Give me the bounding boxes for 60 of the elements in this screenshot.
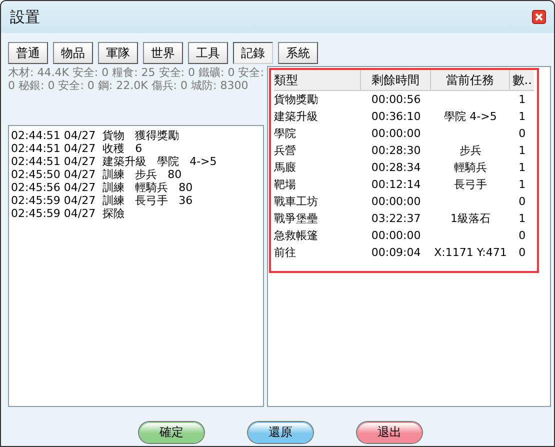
- tab[interactable]: 普通: [8, 42, 48, 64]
- log-entry: 02:44:51 04/27 貨物 獲得獎勵: [11, 129, 180, 142]
- table-cell-text: 03:22:37: [370, 211, 422, 227]
- log-entry: 02:45:50 04/27 訓練 步兵 80: [11, 168, 183, 181]
- table-cell-text: 輕騎兵: [452, 160, 488, 176]
- table-cell-text: 00:09:04: [370, 245, 422, 261]
- tab[interactable]: 系統: [278, 42, 318, 64]
- column-header[interactable]: 當前任務: [430, 70, 510, 90]
- window-title: 設置: [10, 8, 40, 26]
- table-cell-text: 00:28:34: [370, 160, 422, 176]
- table-cell-text: 戰車工坊: [274, 194, 319, 210]
- dialog-button[interactable]: 退出: [357, 422, 422, 443]
- table-cell-text: 00:28:30: [370, 143, 422, 159]
- table-cell-text: 建築升級: [274, 109, 319, 125]
- table-cell-text: 戰爭堡壘: [274, 211, 319, 227]
- tab[interactable]: 軍隊: [98, 42, 138, 64]
- tab[interactable]: 記錄: [233, 42, 273, 64]
- table-cell-text: 學院 4->5: [443, 109, 498, 125]
- table-cell-text: 學院: [274, 126, 297, 142]
- table-cell-text: 1: [518, 143, 527, 159]
- table-cell-text: 00:36:10: [370, 109, 422, 125]
- column-header[interactable]: 剩餘時間: [361, 70, 431, 90]
- table-cell-text: 0: [518, 245, 527, 261]
- table-cell-text: 0: [518, 228, 527, 244]
- log-entry: 02:44:51 04/27 收穫 6: [11, 142, 144, 155]
- table-cell-text: 1: [518, 109, 527, 125]
- table-cell-text: 0: [518, 126, 527, 142]
- table-cell-text: 貨物獎勵: [274, 92, 319, 108]
- table-cell-text: 00:00:56: [370, 92, 422, 108]
- table-cell-text: 1級落石: [449, 211, 492, 227]
- table-cell-text: 1: [518, 177, 527, 193]
- column-header[interactable]: 數..: [510, 70, 534, 90]
- table-cell-text: 1: [518, 92, 527, 108]
- tab[interactable]: 物品: [53, 42, 93, 64]
- table-cell-text: 1: [518, 211, 527, 227]
- log-entry: 02:44:51 04/27 建築升級 學院 4->5: [11, 155, 218, 168]
- table-cell-text: 1: [518, 160, 527, 176]
- table-cell-text: 00:12:14: [370, 177, 422, 193]
- table-cell-text: X:1171 Y:471: [433, 245, 508, 261]
- tab[interactable]: 工具: [188, 42, 228, 64]
- log-entry: 02:45:56 04/27 訓練 輕騎兵 80: [11, 181, 194, 194]
- table-cell-text: 0: [518, 194, 527, 210]
- log-entry: 02:45:59 04/27 探險: [11, 207, 126, 220]
- table-cell-text: 馬廄: [274, 160, 297, 176]
- dialog-button[interactable]: 確定: [139, 422, 204, 443]
- log-entry: 02:45:59 04/27 訓練 長弓手 36: [11, 194, 194, 207]
- table-cell-text: 靶場: [274, 177, 297, 193]
- dialog-button[interactable]: 還原: [248, 422, 313, 443]
- table-cell-text: 前往: [274, 245, 297, 261]
- table-cell-text: 00:00:00: [370, 194, 422, 210]
- tab[interactable]: 世界: [143, 42, 183, 64]
- table-cell-text: 00:00:00: [370, 228, 422, 244]
- table-cell-text: 急救帳篷: [274, 228, 319, 244]
- table-cell-text: 長弓手: [452, 177, 488, 193]
- close-icon[interactable]: [532, 10, 546, 24]
- resource-summary: 木材: 44.4K 安全: 0 糧食: 25 安全: 0 鐵礦: 0 安全: 0 秘銀: 0 安全: 0 鋼: 22.0K 傷兵: 0 城防: 8300: [8, 66, 264, 94]
- table-cell-text: 步兵: [458, 143, 482, 159]
- table-cell-text: 兵營: [274, 143, 297, 159]
- table-cell-text: 00:00:00: [370, 126, 422, 142]
- column-header[interactable]: 類型: [274, 70, 362, 90]
